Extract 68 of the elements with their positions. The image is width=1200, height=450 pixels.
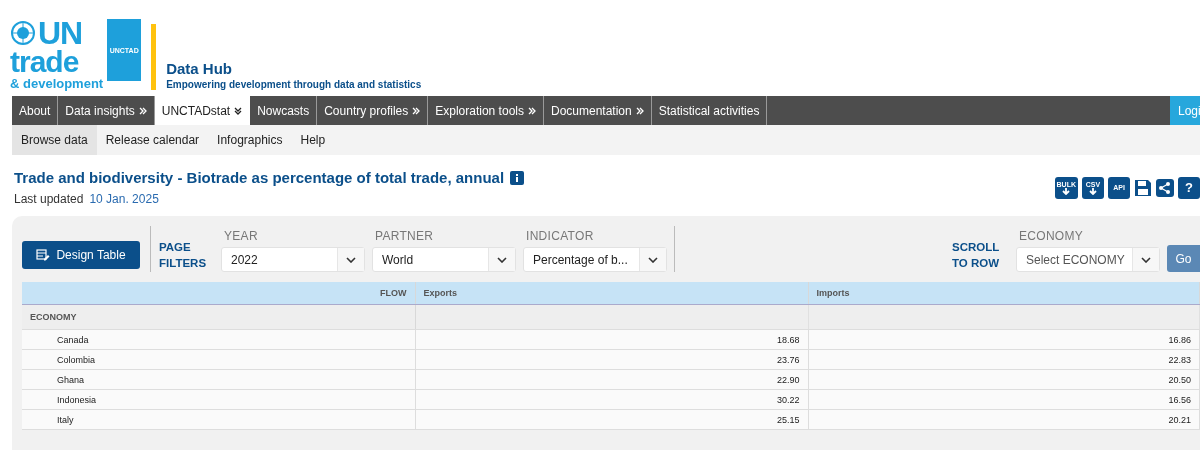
chevron-down-icon [346,256,356,263]
subnav-tab[interactable]: Release calendar [96,125,209,155]
nav-tab[interactable]: About [12,96,59,125]
save-icon[interactable] [1134,178,1152,197]
filter-label: PARTNER [375,229,435,243]
nav-tab[interactable]: Nowcasts [250,96,318,125]
updated-date: 10 Jan. 2025 [89,192,159,206]
design-table-button[interactable]: Design Table [22,241,140,269]
row-header-cell: Ghana [22,369,415,390]
accent-bar [151,24,157,90]
subnav-tab[interactable]: Infographics [208,125,292,155]
info-icon[interactable] [510,170,525,185]
header-cell: ECONOMY [22,304,415,330]
share-icon[interactable] [1156,178,1174,197]
header-cell: FLOW [22,282,415,305]
subnav-tab[interactable]: Browse data [12,125,97,155]
go-button[interactable]: Go [1167,245,1200,272]
table-cell: 22.90 [415,369,808,390]
column-header: Exports [415,282,808,305]
chevron-down-icon [1141,256,1151,263]
logo-text: & development [10,77,104,90]
table-edit-icon [36,249,51,261]
globe-emblem-icon [10,20,36,46]
nav-tab[interactable]: Documentation [543,96,652,125]
table-cell: 18.68 [415,329,808,350]
nav-tab[interactable]: Statistical activities [651,96,768,125]
filter-label: INDICATOR [526,229,595,243]
double-chevron-right-icon [527,106,536,115]
table-cell: 25.15 [415,409,808,430]
table-cell: 16.86 [808,329,1200,350]
help-button[interactable]: ? [1178,176,1200,199]
economy-dropdown[interactable]: Select ECONOMY [1016,247,1160,272]
table-cell: 30.22 [415,389,808,410]
download-arrow-icon [1089,187,1097,195]
nav-tab[interactable]: Exploration tools [428,96,544,125]
page-title: Trade and biodiversity - Biotrade as percentage of total trade, annual [14,169,505,186]
row-header-cell: Colombia [22,349,415,370]
double-chevron-right-icon [635,106,644,115]
logo-text: trade [10,47,80,77]
double-chevron-right-icon [412,106,421,115]
filter-label: ECONOMY [1019,229,1085,243]
chevron-down-icon [497,256,507,263]
site-title: Data Hub [166,60,234,77]
logo-text: UN [38,17,83,49]
double-chevron-right-icon [138,106,147,115]
filter-dropdown[interactable]: 2022 [221,247,365,272]
scroll-to-row-label: SCROLL TO ROW [952,239,1001,272]
table-cell: 22.83 [808,349,1200,370]
table-cell: 20.50 [808,369,1200,390]
table-cell: 20.21 [808,409,1200,430]
row-header-cell: Italy [22,409,415,430]
filter-label: YEAR [224,229,259,243]
column-header: Imports [808,282,1200,305]
row-header-cell: Indonesia [22,389,415,410]
filter-dropdown[interactable]: World [372,247,516,272]
row-header-cell: Canada [22,329,415,350]
updated-label: Last updated [14,192,84,206]
chevron-down-icon [648,256,658,263]
table-cell: 16.56 [808,389,1200,410]
nav-tab[interactable]: Data insights [58,96,155,125]
filter-dropdown[interactable]: Percentage of b... [523,247,667,272]
table-cell: 23.76 [415,349,808,370]
double-chevron-down-icon [234,106,243,115]
page-filters-label: PAGE FILTERS [159,239,208,272]
nav-tab[interactable]: Country profiles [317,96,429,125]
download-arrow-icon [1062,187,1071,195]
site-tagline: Empowering development through data and statistics [166,79,422,90]
subnav-tab[interactable]: Help [291,125,335,155]
